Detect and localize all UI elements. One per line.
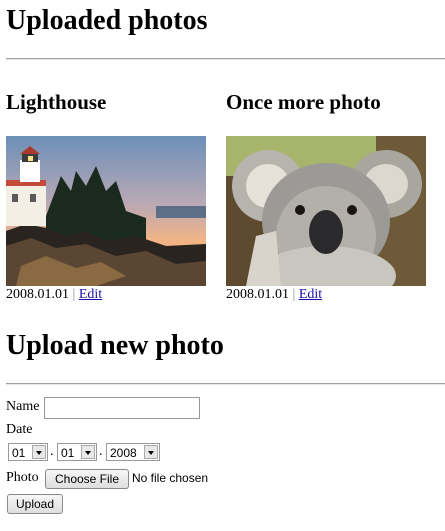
page-title: Uploaded photos (6, 5, 208, 36)
meta-separator: | (292, 287, 296, 302)
chevron-down-icon (81, 445, 95, 459)
divider (6, 383, 445, 385)
koala-photo (226, 136, 426, 286)
divider (6, 58, 445, 60)
upload-button[interactable]: Upload (7, 494, 63, 514)
chevron-down-icon (144, 445, 158, 459)
date-label: Date (6, 422, 33, 437)
name-label: Name (6, 399, 40, 414)
year-value: 2008 (110, 446, 137, 460)
date-separator: . (99, 444, 103, 459)
lighthouse-photo (6, 136, 206, 286)
photo-meta: 2008.01.01 | Edit (226, 287, 322, 303)
month-value: 01 (61, 446, 75, 460)
photo-label: Photo (6, 470, 39, 485)
photo-meta: 2008.01.01 | Edit (6, 287, 102, 303)
photo-card: Lighthouse 2008.01.01 | Edit (6, 88, 216, 302)
choose-file-button[interactable]: Choose File (45, 469, 129, 489)
meta-separator: | (72, 287, 76, 302)
year-select[interactable]: 2008 (106, 443, 160, 461)
file-status: No file chosen (132, 471, 209, 485)
photo-title: Lighthouse (6, 90, 107, 114)
day-value: 01 (12, 446, 26, 460)
photo-card: Once more photo 2008.01.01 | Edit (226, 88, 436, 302)
edit-link[interactable]: Edit (299, 287, 322, 302)
day-select[interactable]: 01 (8, 443, 48, 461)
date-separator: . (50, 444, 54, 459)
photo-date: 2008.01.01 (226, 287, 289, 302)
upload-section-title: Upload new photo (6, 330, 224, 361)
photo-title: Once more photo (226, 90, 381, 114)
name-field[interactable] (44, 397, 200, 419)
edit-link[interactable]: Edit (79, 287, 102, 302)
month-select[interactable]: 01 (57, 443, 97, 461)
chevron-down-icon (32, 445, 46, 459)
photo-date: 2008.01.01 (6, 287, 69, 302)
